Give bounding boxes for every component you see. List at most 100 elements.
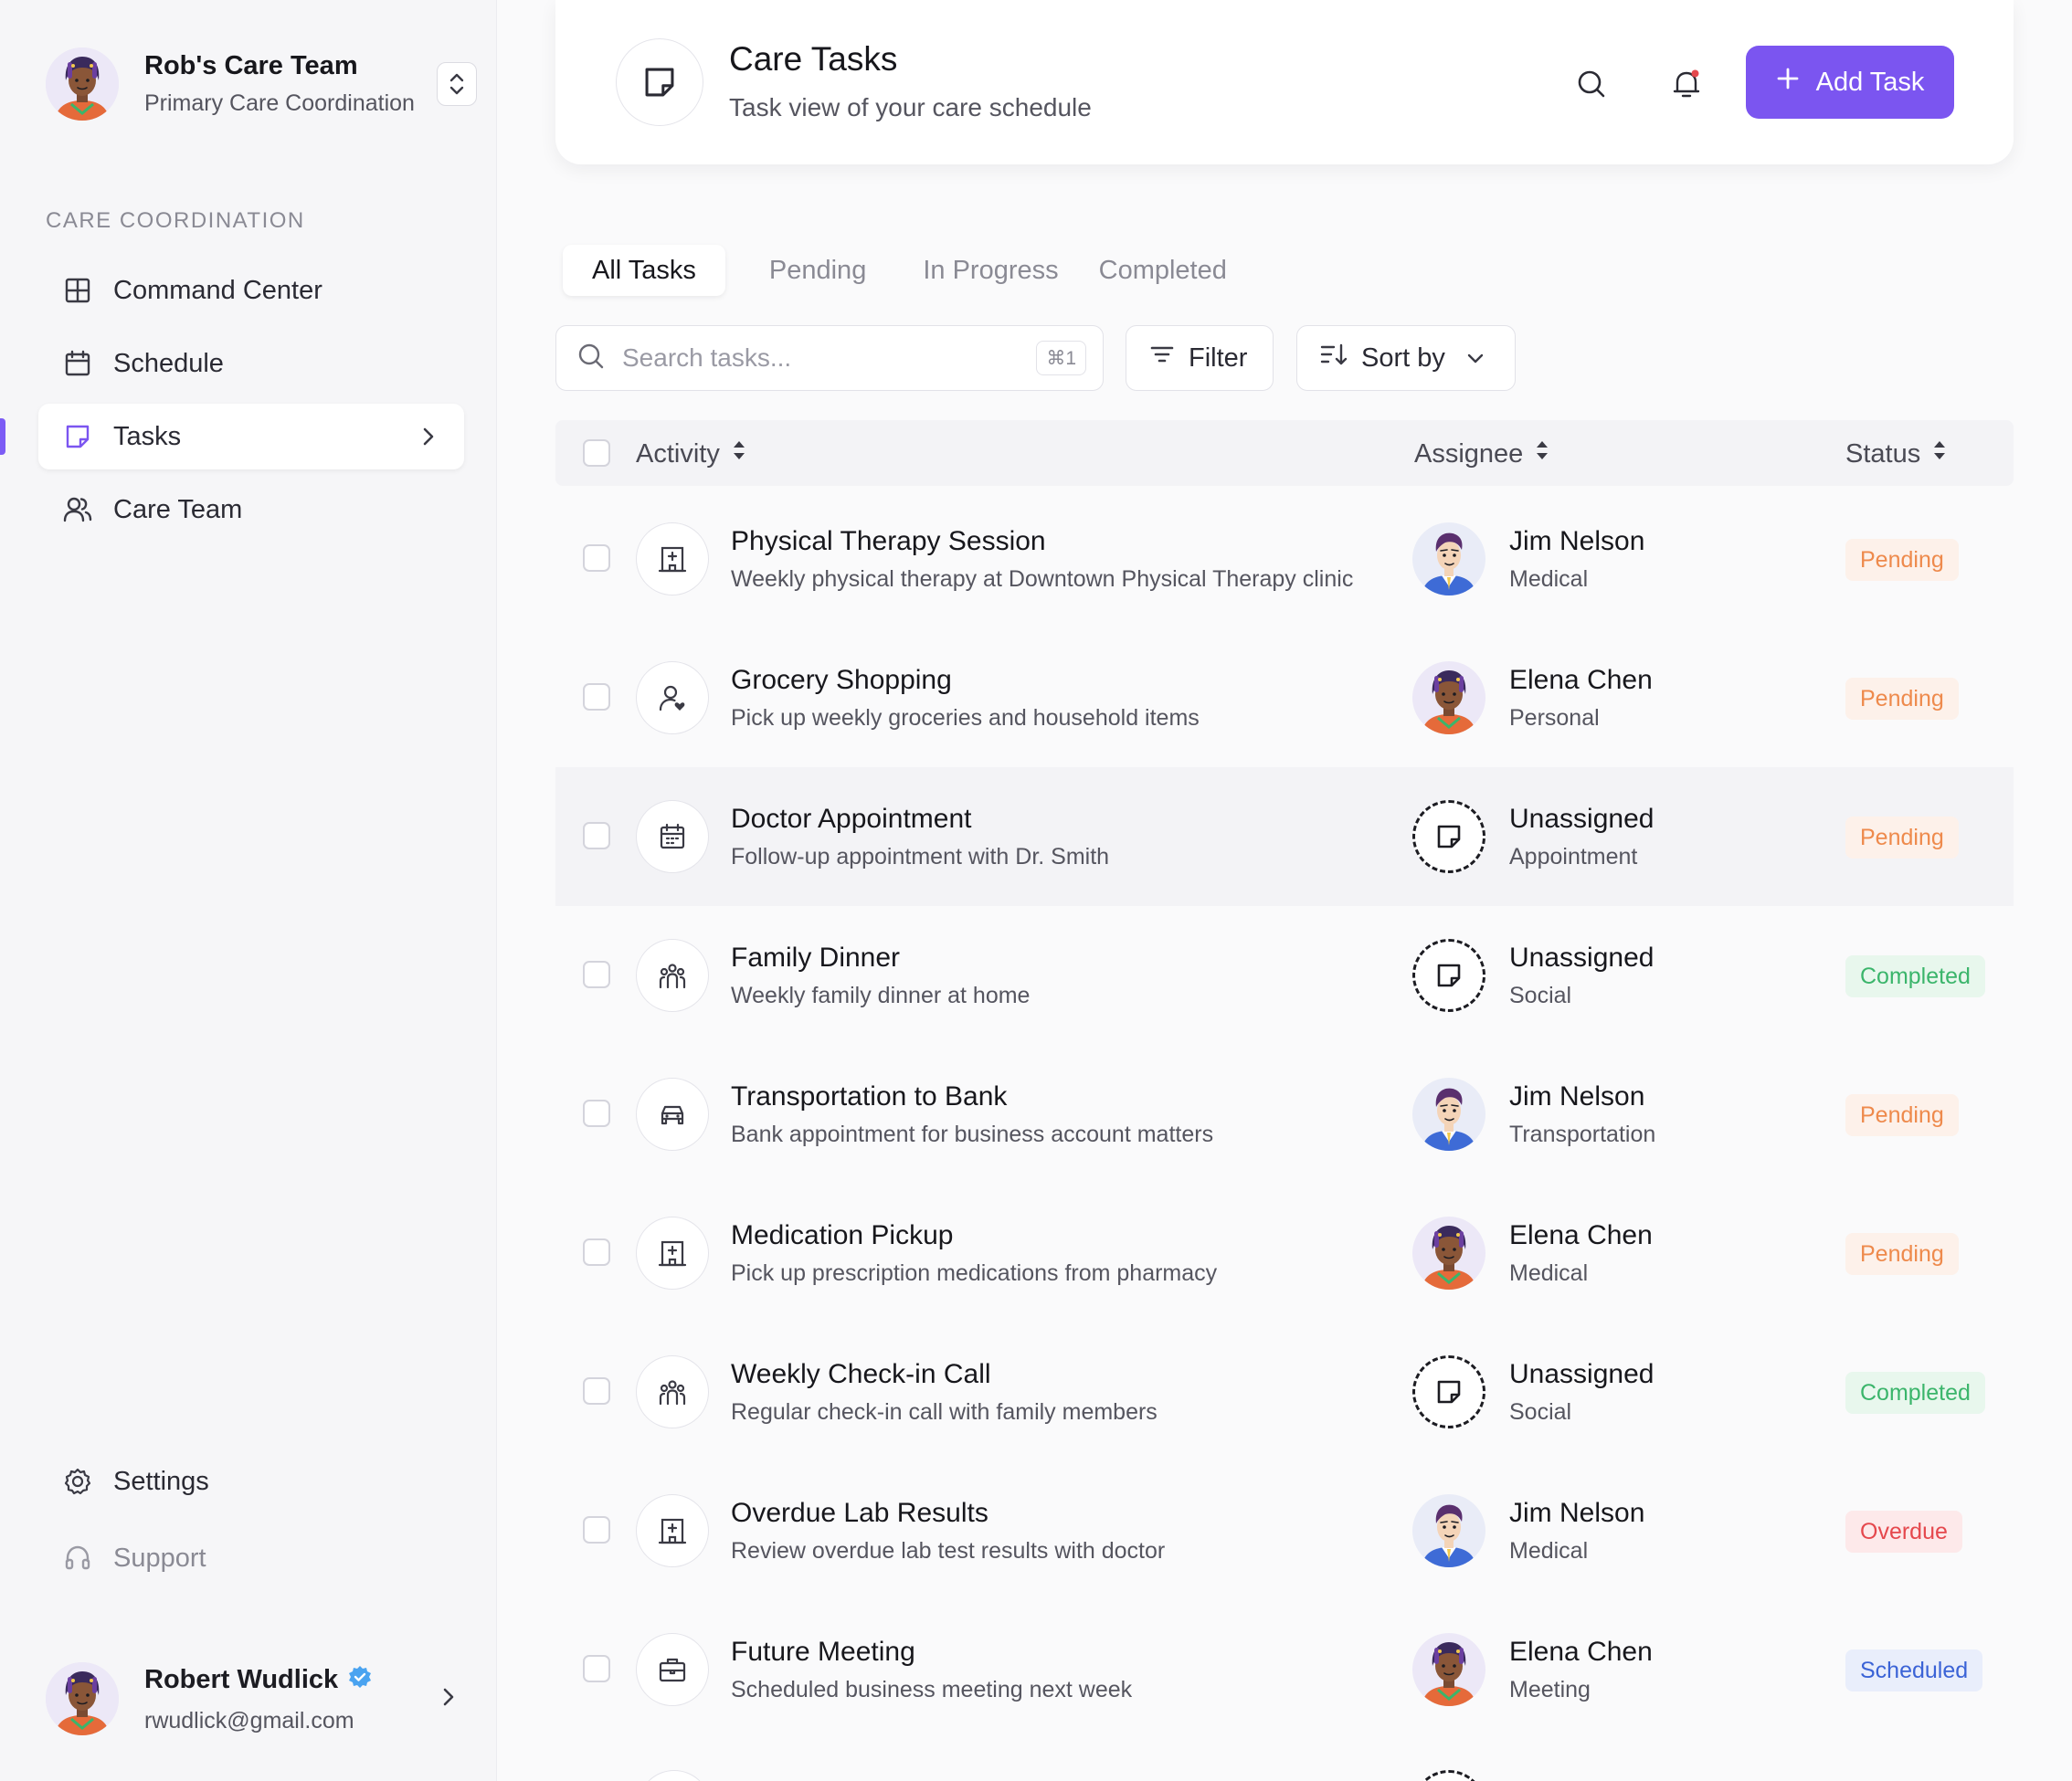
filter-icon xyxy=(1148,341,1176,375)
row-checkbox[interactable] xyxy=(583,1100,610,1127)
user-avatar xyxy=(46,1662,119,1735)
assignee-avatar xyxy=(1412,661,1485,734)
task-description: Regular check-in call with family member… xyxy=(731,1399,1158,1425)
page-title: Care Tasks xyxy=(729,40,898,78)
chevron-right-icon[interactable] xyxy=(440,1684,457,1714)
task-title: Transportation to Bank xyxy=(731,1081,1008,1112)
sidebar-item-support[interactable]: Support xyxy=(38,1523,464,1593)
table-row[interactable]: Future Meeting Scheduled business meetin… xyxy=(555,1600,2014,1739)
task-title: Overdue Lab Results xyxy=(731,1498,988,1528)
sticky-note-icon xyxy=(1435,1378,1463,1406)
task-description: Pick up weekly groceries and household i… xyxy=(731,705,1200,731)
tab-in-progress[interactable]: In Progress xyxy=(895,245,1073,296)
task-title: Weekly Check-in Call xyxy=(731,1359,991,1389)
search-icon[interactable] xyxy=(1571,64,1612,104)
user-name: Robert Wudlick xyxy=(144,1665,339,1694)
task-description: Weekly family dinner at home xyxy=(731,983,1031,1008)
row-checkbox[interactable] xyxy=(583,1377,610,1405)
task-category: Medical xyxy=(1509,1538,1589,1564)
row-checkbox[interactable] xyxy=(583,544,610,572)
chevron-up-down-icon[interactable] xyxy=(437,62,477,106)
keyboard-shortcut-badge: ⌘1 xyxy=(1036,341,1086,375)
sidebar-item-label: Tasks xyxy=(113,421,182,451)
status-badge: Completed xyxy=(1845,955,1985,997)
row-checkbox[interactable] xyxy=(583,683,610,711)
filter-button[interactable]: Filter xyxy=(1126,325,1274,391)
sort-label: Sort by xyxy=(1361,342,1445,373)
page-header: Care Tasks Task view of your care schedu… xyxy=(555,0,2014,164)
column-label: Assignee xyxy=(1414,438,1524,469)
table-row[interactable]: Weekly Check-in Call Regular check-in ca… xyxy=(555,1323,2014,1461)
verified-badge-icon xyxy=(347,1664,373,1697)
sidebar-item-care-team[interactable]: Care Team xyxy=(38,477,464,543)
users-icon xyxy=(62,494,93,525)
table-row[interactable]: Doctor Appointment Follow-up appointment… xyxy=(555,767,2014,906)
assignee-name: Jim Nelson xyxy=(1509,1498,1645,1528)
tab-pending[interactable]: Pending xyxy=(740,245,895,296)
task-title: Physical Therapy Session xyxy=(731,526,1046,556)
task-category: Medical xyxy=(1509,566,1589,592)
tab-all-tasks[interactable]: All Tasks xyxy=(563,245,725,296)
add-task-button[interactable]: Add Task xyxy=(1746,46,1954,119)
table-row[interactable]: Grocery Shopping Pick up weekly grocerie… xyxy=(555,628,2014,767)
select-all-checkbox[interactable] xyxy=(583,439,610,467)
table-row[interactable]: Medication Pickup Pick up prescription m… xyxy=(555,1184,2014,1323)
settings-label: Settings xyxy=(113,1466,209,1496)
assignee-name: Unassigned xyxy=(1509,1359,1654,1389)
task-category: Personal xyxy=(1509,705,1600,731)
row-checkbox[interactable] xyxy=(583,1655,610,1682)
assignee-name: Jim Nelson xyxy=(1509,526,1645,556)
task-category: Social xyxy=(1509,1399,1572,1425)
sticky-note-icon xyxy=(62,421,93,452)
row-checkbox[interactable] xyxy=(583,1238,610,1266)
assignee-name: Unassigned xyxy=(1509,804,1654,834)
assignee-avatar xyxy=(1412,522,1485,595)
page-subtitle: Task view of your care schedule xyxy=(729,93,1092,121)
status-badge: Scheduled xyxy=(1845,1649,1983,1691)
table-row[interactable]: Family Dinner Weekly family dinner at ho… xyxy=(555,906,2014,1045)
row-checkbox[interactable] xyxy=(583,822,610,849)
sidebar-item-label: Care Team xyxy=(113,494,243,524)
table-row[interactable]: Overdue Lab Results Review overdue lab t… xyxy=(555,1461,2014,1600)
row-checkbox[interactable] xyxy=(583,961,610,988)
status-badge: Completed xyxy=(1845,1372,1985,1414)
column-assignee[interactable]: Assignee xyxy=(1414,437,1550,471)
hospital-icon xyxy=(636,1217,709,1290)
team-switcher[interactable]: Rob's Care Team Primary Care Coordinatio… xyxy=(46,46,477,122)
table-row[interactable]: Physical Therapy Session Weekly physical… xyxy=(555,490,2014,628)
user-profile-card[interactable]: Robert Wudlick rwudlick@gmail.com xyxy=(46,1660,457,1737)
sidebar-item-command-center[interactable]: Command Center xyxy=(38,258,464,323)
assignee-name: Elena Chen xyxy=(1509,665,1653,695)
sidebar-nav: Command Center Schedule Tasks Care Team xyxy=(38,258,464,550)
status-badge: Pending xyxy=(1845,539,1959,581)
sidebar-item-schedule[interactable]: Schedule xyxy=(38,331,464,396)
sidebar: Rob's Care Team Primary Care Coordinatio… xyxy=(0,0,497,1781)
unassigned-avatar xyxy=(1412,800,1485,873)
tab-completed[interactable]: Completed xyxy=(1073,245,1256,296)
person-heart-icon xyxy=(636,661,709,734)
sidebar-item-tasks[interactable]: Tasks xyxy=(38,404,464,469)
calendar-icon xyxy=(62,348,93,379)
task-category: Meeting xyxy=(1509,1677,1591,1702)
sidebar-item-settings[interactable]: Settings xyxy=(38,1447,464,1516)
family-icon xyxy=(636,939,709,1012)
chevron-down-icon xyxy=(1465,343,1485,374)
plus-icon xyxy=(1776,67,1800,98)
column-label: Activity xyxy=(636,438,720,469)
sort-by-dropdown[interactable]: Sort by xyxy=(1296,325,1516,391)
column-activity[interactable]: Activity xyxy=(636,437,747,471)
calendar-icon xyxy=(636,800,709,873)
task-description: Pick up prescription medications from ph… xyxy=(731,1260,1218,1286)
bell-icon[interactable] xyxy=(1666,64,1707,104)
status-badge: Pending xyxy=(1845,1233,1959,1275)
column-status[interactable]: Status xyxy=(1845,437,1948,471)
row-checkbox[interactable] xyxy=(583,1516,610,1544)
task-category: Transportation xyxy=(1509,1122,1656,1147)
search-box[interactable]: ⌘1 xyxy=(555,325,1104,391)
table-row[interactable]: Transportation to Bank Bank appointment … xyxy=(555,1045,2014,1184)
next-row-avatar xyxy=(1412,1770,1485,1781)
filter-label: Filter xyxy=(1189,342,1248,373)
task-description: Review overdue lab test results with doc… xyxy=(731,1538,1166,1564)
search-input[interactable] xyxy=(622,343,1006,373)
status-badge: Pending xyxy=(1845,1094,1959,1136)
